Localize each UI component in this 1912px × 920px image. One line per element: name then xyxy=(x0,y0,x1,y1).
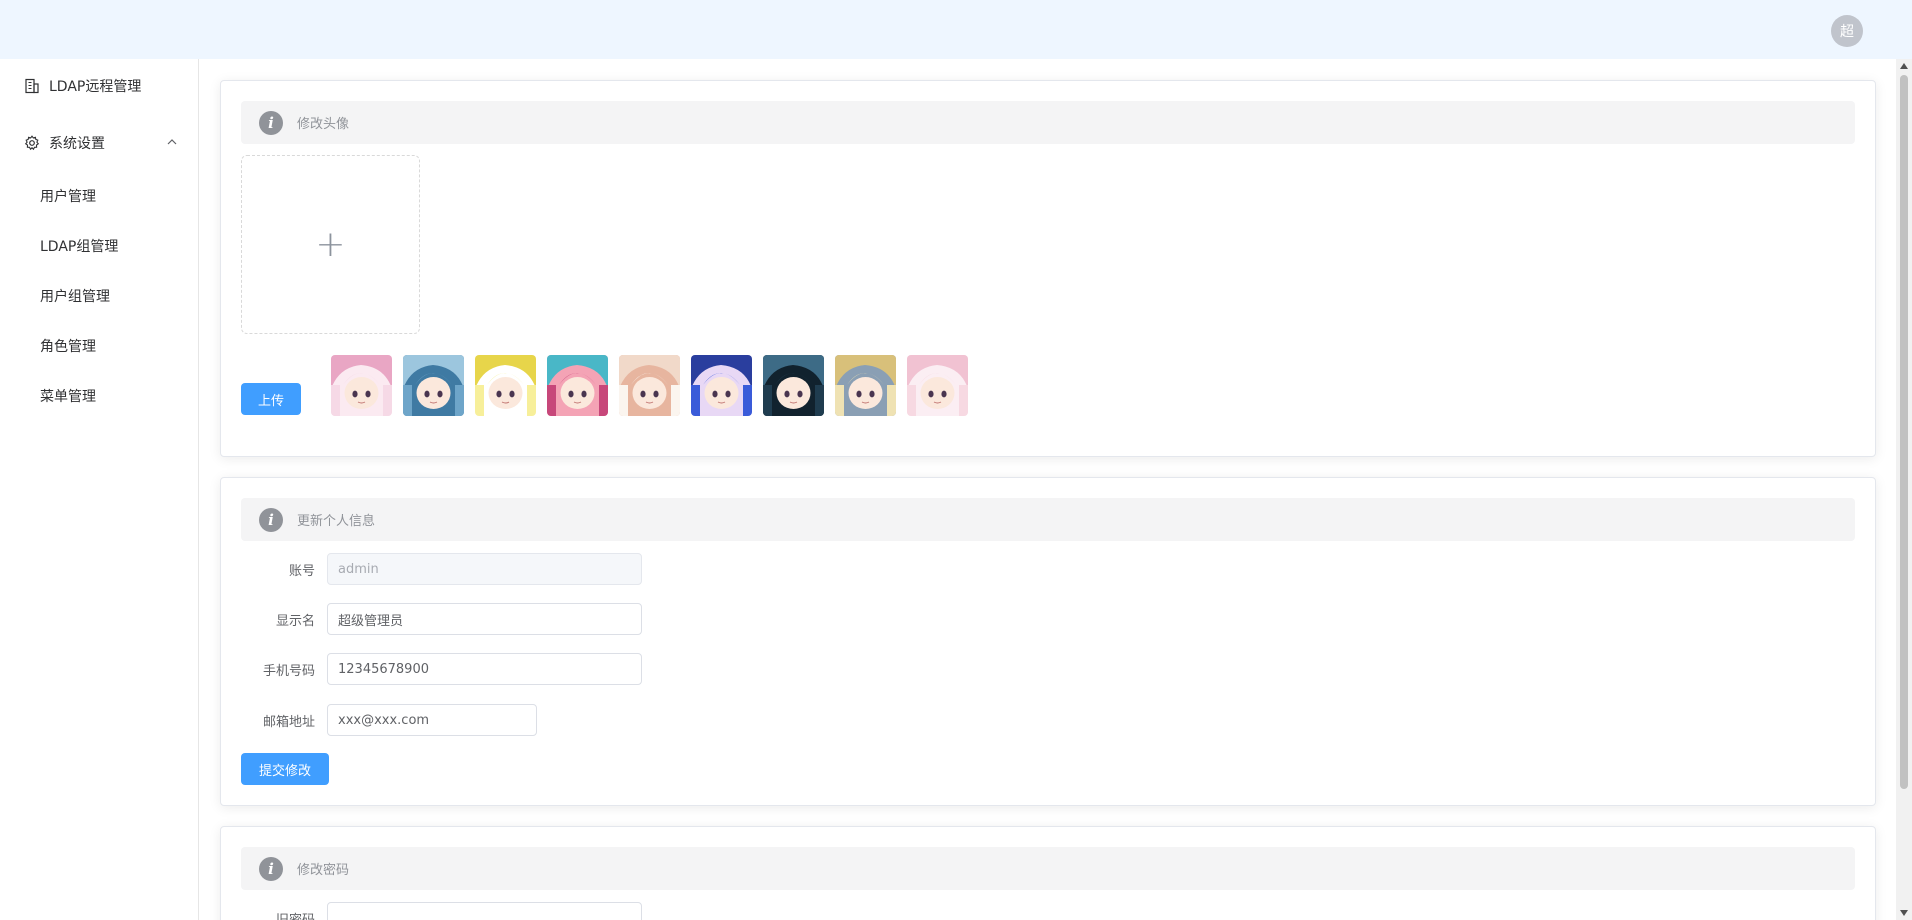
avatar-uploader[interactable]: + xyxy=(241,155,420,334)
old-password-row: 旧密码 xyxy=(241,902,642,920)
preset-avatar-blonde-chibi[interactable] xyxy=(475,355,536,416)
old-password-input[interactable] xyxy=(327,902,642,920)
preset-avatar-blue-hair-girl[interactable] xyxy=(403,355,464,416)
preset-avatar-list xyxy=(331,355,968,416)
preset-avatar-pink-hair-girl[interactable] xyxy=(331,355,392,416)
sidebar-item-label: 用户组管理 xyxy=(40,289,110,305)
user-avatar[interactable]: 超 xyxy=(1831,15,1863,47)
sidebar-subitem-menu-management[interactable]: 菜单管理 xyxy=(0,371,198,421)
page-scrollbar[interactable] xyxy=(1896,59,1912,920)
preset-avatar-white-hair-chibi[interactable] xyxy=(619,355,680,416)
sidebar-item-label: 角色管理 xyxy=(40,339,96,355)
submit-profile-button[interactable]: 提交修改 xyxy=(241,753,329,785)
scroll-down-arrow-icon[interactable] xyxy=(1900,910,1908,916)
card-header: i 修改头像 xyxy=(241,101,1855,144)
sidebar-item-label: 系统设置 xyxy=(49,136,105,152)
card-title: 更新个人信息 xyxy=(297,514,376,529)
top-bar: 超 xyxy=(0,0,1912,59)
plus-icon: + xyxy=(315,223,346,265)
upload-button[interactable]: 上传 xyxy=(241,383,301,415)
sidebar-item-label: 用户管理 xyxy=(40,189,96,205)
scrollbar-thumb[interactable] xyxy=(1900,75,1908,789)
display-name-input[interactable]: 超级管理员 xyxy=(327,603,642,635)
info-icon: i xyxy=(259,507,283,532)
sidebar-subitem-role-management[interactable]: 角色管理 xyxy=(0,321,198,371)
sidebar-item-label: LDAP组管理 xyxy=(40,239,119,255)
sidebar: LDAP远程管理 系统设置 用户管理 LDAP组管理 用户组管理 角色管理 菜单… xyxy=(0,59,199,920)
card-header: i 修改密码 xyxy=(241,847,1855,890)
sidebar-item-label: 菜单管理 xyxy=(40,389,96,405)
preset-avatar-teal-hair-red-bow[interactable] xyxy=(547,355,608,416)
email-row: 邮箱地址 xxx@xxx.com xyxy=(241,704,537,736)
scroll-up-arrow-icon[interactable] xyxy=(1900,63,1908,69)
display-name-label: 显示名 xyxy=(275,613,315,629)
gear-icon xyxy=(23,134,41,152)
preset-avatar-pink-faded-girl[interactable] xyxy=(907,355,968,416)
preset-avatar-blonde-girl[interactable] xyxy=(835,355,896,416)
phone-row: 手机号码 12345678900 xyxy=(241,653,642,685)
info-icon: i xyxy=(259,110,283,135)
preset-avatar-sunglasses-girl[interactable] xyxy=(763,355,824,416)
avatar-card: i 修改头像 + 上传 xyxy=(220,80,1876,457)
chevron-up-icon xyxy=(166,136,178,152)
preset-avatar-blue-oni-girl[interactable] xyxy=(691,355,752,416)
main-content: i 修改头像 + 上传 i 更新个人信息 账号 admin 显示名 超级管理员 … xyxy=(199,59,1896,920)
display-name-row: 显示名 超级管理员 xyxy=(241,603,642,635)
card-title: 修改头像 xyxy=(297,117,350,132)
account-label: 账号 xyxy=(288,563,315,579)
profile-card: i 更新个人信息 账号 admin 显示名 超级管理员 手机号码 1234567… xyxy=(220,477,1876,806)
phone-input[interactable]: 12345678900 xyxy=(327,653,642,685)
phone-label: 手机号码 xyxy=(262,663,315,679)
email-label: 邮箱地址 xyxy=(262,714,315,730)
sidebar-subitem-user-group-management[interactable]: 用户组管理 xyxy=(0,271,198,321)
account-input: admin xyxy=(327,553,642,585)
sidebar-item-ldap-remote[interactable]: LDAP远程管理 xyxy=(0,61,198,111)
info-icon: i xyxy=(259,856,283,881)
sidebar-subitem-user-management[interactable]: 用户管理 xyxy=(0,171,198,221)
sidebar-item-label: LDAP远程管理 xyxy=(49,79,142,95)
email-input[interactable]: xxx@xxx.com xyxy=(327,704,537,736)
account-row: 账号 admin xyxy=(241,553,642,585)
sidebar-subitem-ldap-group-management[interactable]: LDAP组管理 xyxy=(0,221,198,271)
card-header: i 更新个人信息 xyxy=(241,498,1855,541)
card-title: 修改密码 xyxy=(297,863,350,878)
old-password-label: 旧密码 xyxy=(275,912,315,920)
sidebar-item-system-settings[interactable]: 系统设置 xyxy=(0,118,198,168)
password-card: i 修改密码 旧密码 xyxy=(220,826,1876,920)
building-icon xyxy=(23,77,41,95)
